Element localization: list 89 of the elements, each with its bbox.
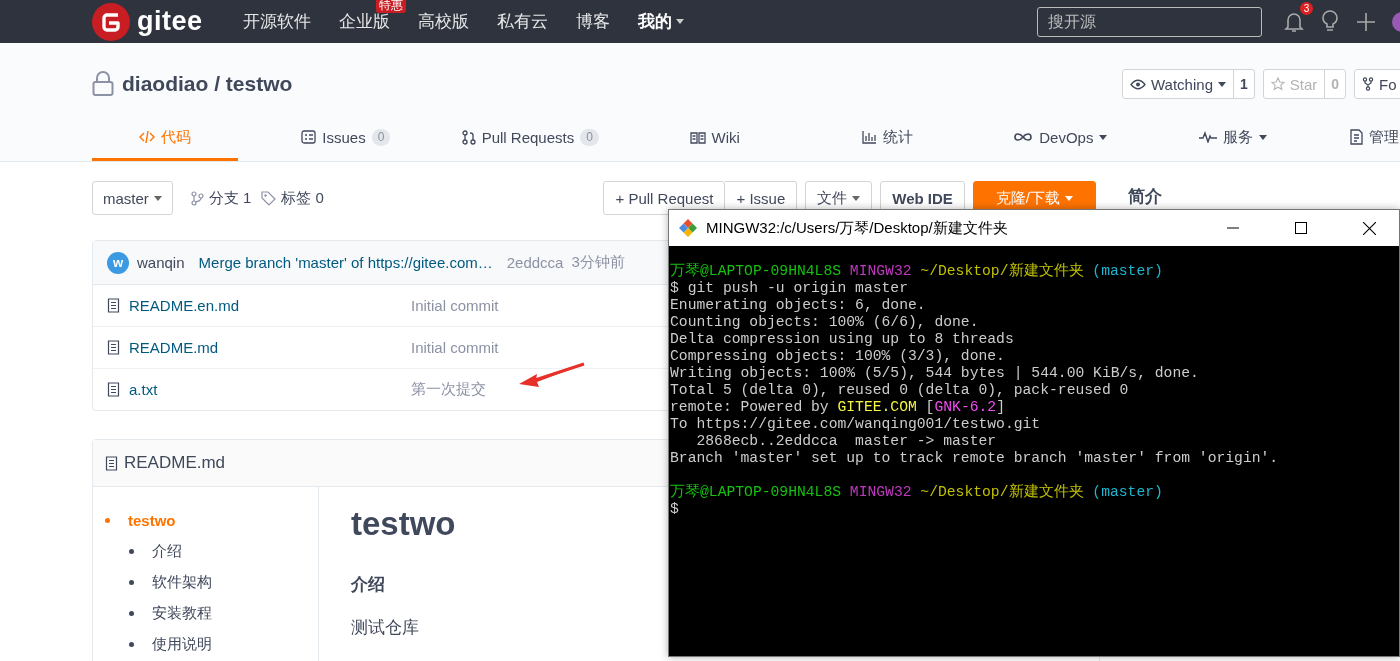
fork-icon	[1362, 77, 1375, 91]
file-icon	[107, 340, 120, 355]
terminal-line: Counting objects: 100% (6/6), done.	[670, 314, 980, 331]
repo-tab[interactable]: 管理	[1340, 116, 1400, 161]
file-name[interactable]: README.md	[129, 339, 219, 356]
sidebar-title: 简介	[1128, 186, 1162, 208]
issue-icon	[301, 130, 317, 144]
readme-heading: 介绍	[351, 574, 386, 596]
repo-tab[interactable]: Pull Requests 0	[453, 116, 607, 161]
search-field[interactable]: 搜开源	[1037, 6, 1262, 37]
terminal-line: Branch 'master' set up to track remote branch 'master' from 'origin'.	[670, 450, 1280, 467]
watch-button[interactable]: Watching	[1123, 70, 1233, 98]
tags-link[interactable]: 标签 0	[281, 188, 324, 208]
nav-link[interactable]: 开源软件	[228, 10, 325, 33]
terminal-line: $	[670, 501, 680, 518]
repo-tab[interactable]: Issues 0	[280, 116, 411, 161]
brand-name[interactable]: gitee	[137, 6, 203, 37]
close-icon	[1362, 221, 1376, 235]
branches-link[interactable]: 分支 1	[208, 188, 252, 208]
branch-dropdown[interactable]: master	[92, 181, 173, 215]
maximize-icon	[1295, 222, 1307, 234]
nav-link[interactable]: 私有云	[482, 10, 562, 33]
nav-link[interactable]: 高校版	[403, 10, 483, 33]
code-icon	[139, 130, 155, 144]
toc-item[interactable]: 介绍	[129, 536, 318, 567]
terminal-line: To https://gitee.com/wanqing001/testwo.git	[670, 416, 1042, 433]
repo-tab[interactable]: Wiki	[649, 116, 780, 161]
file-name[interactable]: README.en.md	[129, 297, 240, 314]
terminal-line: Compressing objects: 100% (3/3), done.	[670, 348, 1006, 365]
tab-count: 0	[371, 128, 391, 146]
new-item-button[interactable]: + Pull Request	[603, 181, 726, 215]
lightbulb-icon[interactable]	[1320, 9, 1340, 34]
pointer-arrow	[518, 362, 586, 388]
repo-tab[interactable]: DevOps	[995, 116, 1126, 161]
readme-text: 测试仓库	[351, 617, 420, 639]
pull-request-icon	[461, 129, 476, 145]
document-icon	[1348, 129, 1363, 145]
star-icon	[1270, 77, 1285, 91]
notification-badge: 3	[1300, 1, 1313, 15]
nav-link[interactable]: 博客	[561, 10, 624, 33]
lock-icon	[92, 71, 114, 97]
bar-chart-icon	[862, 130, 877, 144]
bell-icon[interactable]	[1284, 10, 1304, 33]
caret-icon	[675, 19, 684, 24]
repo-tab[interactable]: 统计	[822, 116, 953, 161]
toc-item[interactable]: 软件架构	[129, 567, 318, 598]
terminal-line: remote: Powered by GITEE.COM [GNK-6.2]	[670, 399, 1006, 416]
file-name[interactable]: a.txt	[129, 381, 158, 398]
readme-filename: README.md	[124, 453, 226, 473]
nav-menu[interactable]: 我的	[623, 10, 698, 33]
logo-icon[interactable]	[92, 2, 130, 41]
caret-icon	[1218, 81, 1226, 87]
nav-link[interactable]: 企业版	[324, 10, 404, 33]
book-icon	[689, 130, 706, 144]
caret-icon	[153, 195, 162, 201]
infinity-icon	[1013, 132, 1034, 142]
toc-item[interactable]: 安装教程	[129, 598, 318, 629]
file-icon	[107, 298, 120, 313]
commit-time: 3分钟前	[571, 253, 625, 272]
terminal-line: Total 5 (delta 0), reused 0 (delta 0), pack-reused 0	[670, 382, 1130, 399]
file-icon	[105, 455, 118, 471]
terminal-line: Enumerating objects: 6, done.	[670, 297, 927, 314]
readme-title: testwo	[351, 505, 456, 543]
window-title: MINGW32:/c/Users/万琴/Desktop/新建文件夹	[706, 218, 1009, 238]
terminal-line: 万琴@LAPTOP-09HN4L8S MINGW32 ~/Desktop/新建文件夹 (master)	[670, 484, 1164, 501]
terminal-line: Delta compression using up to 8 threads	[670, 331, 1015, 348]
commit-author[interactable]: wanqin	[137, 254, 185, 271]
minimize-icon	[1227, 227, 1239, 229]
plus-icon[interactable]	[1356, 11, 1376, 32]
diamond-icon	[678, 218, 698, 238]
caret-icon	[1065, 195, 1073, 201]
commit-message[interactable]: Merge branch 'master' of https://gitee.com…	[198, 254, 493, 271]
tab-count: 0	[580, 128, 599, 146]
caret-icon	[852, 195, 861, 201]
eye-icon	[1130, 78, 1146, 90]
repo-title[interactable]: diaodiao / testwo	[122, 72, 293, 96]
branch-icon	[190, 190, 204, 206]
tag-icon	[261, 190, 277, 206]
toc-item[interactable]: 使用说明	[129, 629, 318, 660]
pulse-icon	[1199, 131, 1218, 143]
terminal-line: $ git push -u origin master	[670, 280, 909, 297]
fork-button[interactable]: Fo	[1355, 70, 1400, 98]
terminal-line: Writing objects: 100% (5/5), 544 bytes | 544.00 KiB/s, done.	[670, 365, 1200, 382]
terminal-dialog[interactable]	[668, 209, 1400, 657]
watch-count[interactable]: 1	[1233, 70, 1254, 98]
file-icon	[107, 382, 120, 397]
terminal-line: 2868ecb..2eddcca master -> master	[695, 433, 998, 450]
repo-tab[interactable]: 服务	[1168, 116, 1299, 161]
terminal-line: 万琴@LAPTOP-09HN4L8S MINGW32 ~/Desktop/新建文件夹 (master)	[670, 263, 1164, 280]
